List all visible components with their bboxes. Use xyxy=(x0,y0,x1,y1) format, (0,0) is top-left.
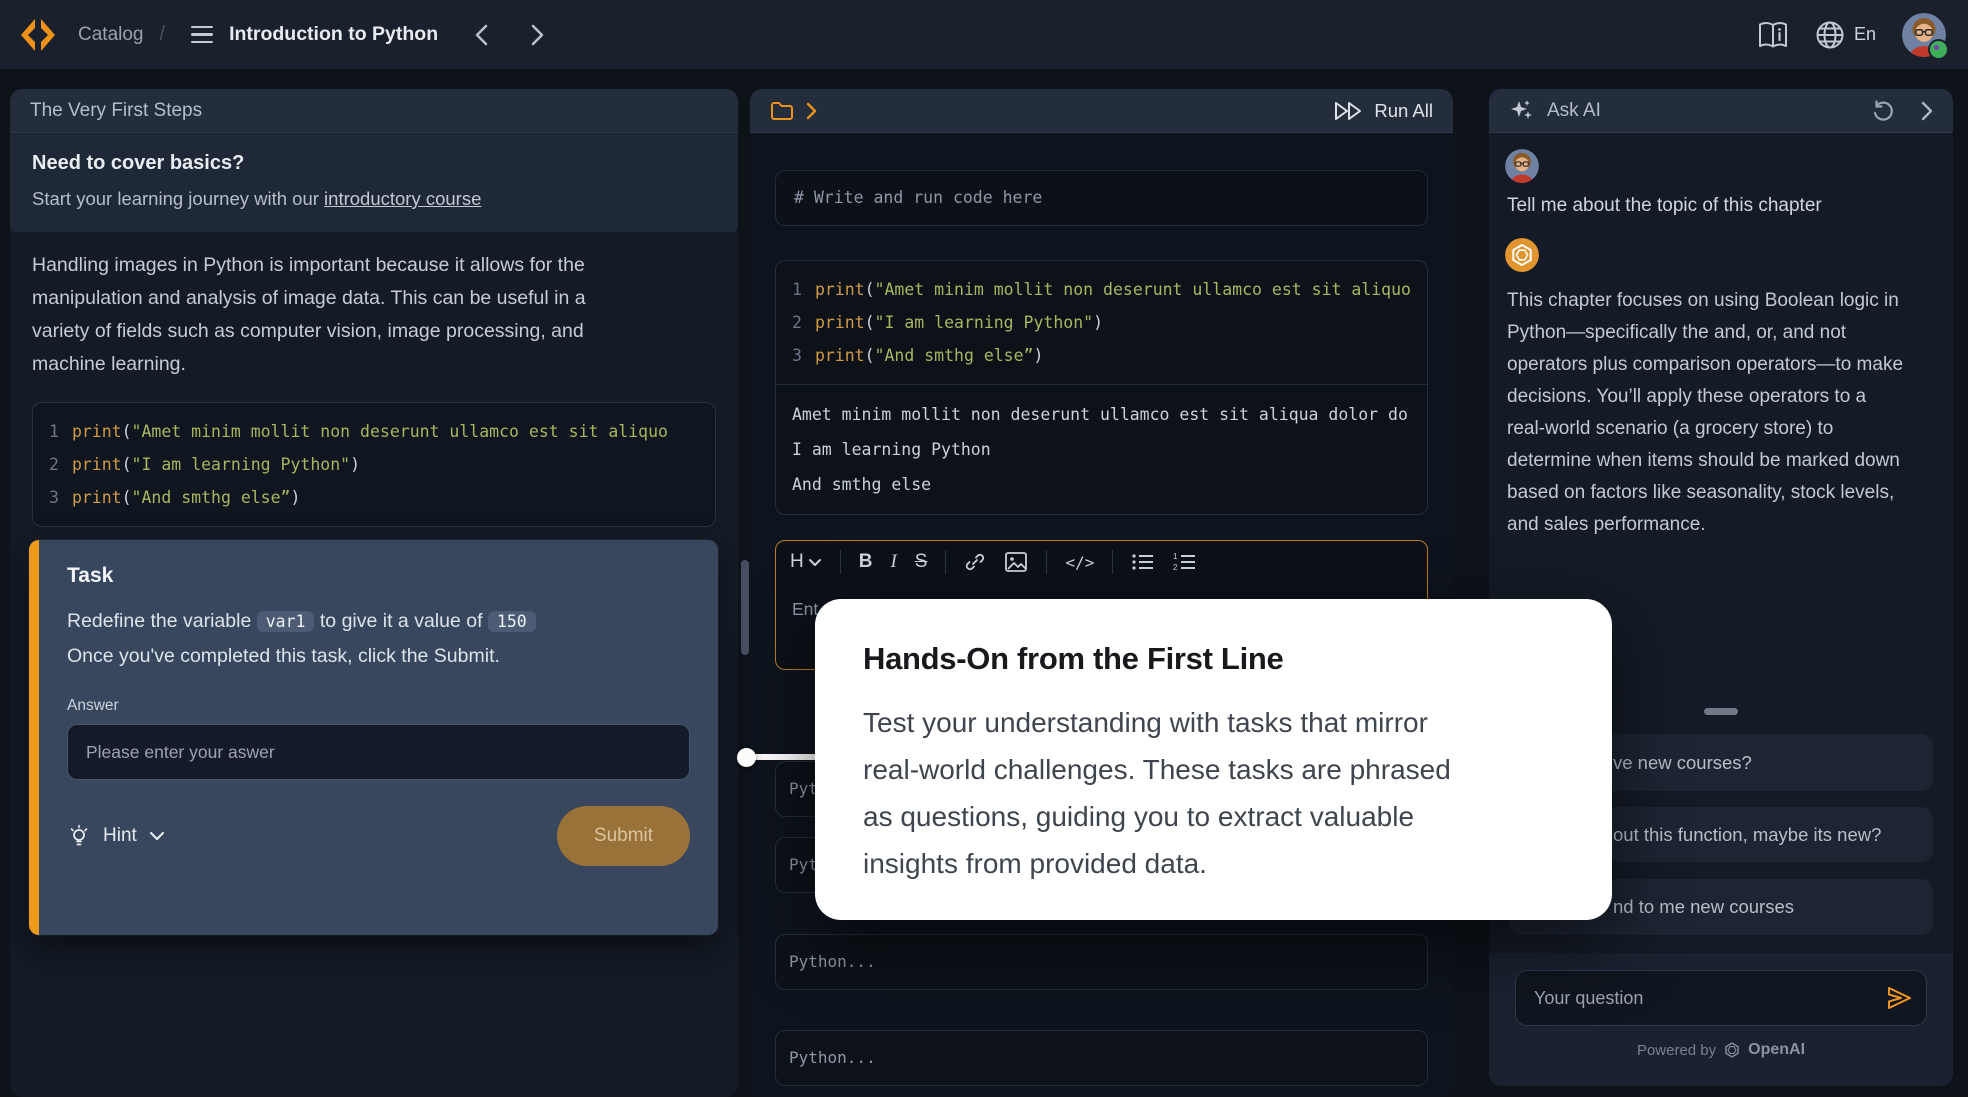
tooltip-title: Hands-On from the First Line xyxy=(863,641,1564,677)
send-icon[interactable] xyxy=(1885,985,1913,1011)
introductory-course-link[interactable]: introductory course xyxy=(324,188,481,209)
language-switcher[interactable]: En xyxy=(1815,20,1876,50)
avatar-status-badge xyxy=(1928,39,1949,60)
inline-code-150: 150 xyxy=(488,611,536,632)
openai-logo-icon xyxy=(1723,1041,1741,1059)
breadcrumb-separator: / xyxy=(160,23,166,46)
top-navbar: Catalog / Introduction to Python xyxy=(0,0,1968,69)
python-cell[interactable]: Python... xyxy=(775,934,1428,990)
hint-label: Hint xyxy=(103,825,137,847)
globe-icon xyxy=(1815,20,1845,50)
user-message-avatar xyxy=(1505,149,1539,183)
powered-by: Powered by OpenAI xyxy=(1489,1041,1953,1059)
task-card: Task Redefine the variable var1 to give … xyxy=(29,540,718,935)
lesson-paragraph: Handling images in Python is important b… xyxy=(32,249,622,381)
refresh-icon[interactable] xyxy=(1871,99,1895,123)
run-all-label: Run All xyxy=(1374,100,1433,122)
tooltip-body: Test your understanding with tasks that … xyxy=(863,699,1463,887)
lesson-panel: The Very First Steps Need to cover basic… xyxy=(10,89,738,1097)
onboarding-tooltip: Hands-On from the First Line Test your u… xyxy=(815,599,1612,920)
output-line: I am learning Python xyxy=(792,432,1411,467)
next-chapter-button[interactable] xyxy=(524,22,550,48)
image-icon[interactable] xyxy=(1004,551,1028,573)
code-line: 2print("I am learning Python") xyxy=(49,448,699,481)
ask-ai-title: Ask AI xyxy=(1547,100,1601,122)
folder-icon[interactable] xyxy=(770,101,794,121)
lesson-scrollbar-thumb[interactable] xyxy=(741,560,749,655)
svg-text:2: 2 xyxy=(1173,563,1178,572)
answer-input[interactable] xyxy=(67,724,690,780)
italic-button[interactable]: I xyxy=(890,551,896,573)
bullet-list-icon[interactable] xyxy=(1131,552,1155,572)
page-title: Introduction to Python xyxy=(229,23,438,46)
chevron-down-icon xyxy=(808,558,822,567)
code-output: Amet minim mollit non deserunt ullamco e… xyxy=(776,385,1427,514)
chevron-left-icon xyxy=(475,24,488,46)
code-line: 3print("And smthg else”) xyxy=(49,481,699,514)
lesson-title: The Very First Steps xyxy=(30,100,202,122)
user-message: Tell me about the topic of this chapter xyxy=(1507,195,1822,217)
tooltip-connector-dot xyxy=(737,748,756,767)
glossary-book-icon[interactable] xyxy=(1757,20,1789,50)
chevron-down-icon xyxy=(149,831,165,841)
answer-label: Answer xyxy=(67,697,690,715)
inline-code-var1: var1 xyxy=(257,611,315,632)
runnable-code[interactable]: 1print("Amet minim mollit non deserunt u… xyxy=(776,261,1427,385)
bold-button[interactable]: B xyxy=(859,551,873,573)
tooltip-connector-line xyxy=(746,754,820,760)
collapse-panel-icon[interactable] xyxy=(1921,101,1933,121)
task-title: Task xyxy=(67,564,690,588)
strikethrough-button[interactable]: S xyxy=(915,551,928,573)
submit-button[interactable]: Submit xyxy=(557,806,690,866)
app: Catalog / Introduction to Python xyxy=(0,0,1968,1097)
openai-label: OpenAI xyxy=(1748,1041,1805,1059)
toolbar-divider xyxy=(840,550,841,574)
task-instruction-2: Once you've completed this task, click t… xyxy=(67,639,690,673)
output-line: And smthg else xyxy=(792,467,1411,502)
toolbar-divider xyxy=(1112,550,1113,574)
lesson-code-block: 1print("Amet minim mollit non deserunt u… xyxy=(32,402,716,527)
ask-ai-footer: Powered by OpenAI xyxy=(1489,953,1953,1086)
numbered-list-icon[interactable]: 1 2 xyxy=(1173,552,1197,572)
chevron-right-small-icon[interactable] xyxy=(806,102,817,120)
task-instruction: Redefine the variable var1 to give it a … xyxy=(67,604,690,639)
code-line: 1print("Amet minim mollit non deserunt u… xyxy=(49,415,699,448)
breadcrumb[interactable]: Catalog xyxy=(78,24,144,46)
ai-question-input[interactable] xyxy=(1515,970,1927,1026)
ai-message: This chapter focuses on using Boolean lo… xyxy=(1507,285,1907,541)
output-line: Amet minim mollit non deserunt ullamco e… xyxy=(792,397,1411,432)
toolbar-divider xyxy=(1046,550,1047,574)
brand-logo-icon[interactable] xyxy=(18,15,58,55)
lightbulb-icon xyxy=(67,824,91,848)
run-all-icon xyxy=(1334,101,1364,121)
resize-handle[interactable] xyxy=(1704,708,1738,715)
python-cell[interactable]: Python... xyxy=(775,1030,1428,1086)
lesson-panel-header: The Very First Steps xyxy=(10,89,738,133)
basics-callout: Need to cover basics? Start your learnin… xyxy=(10,133,738,232)
scratch-code-input[interactable]: # Write and run code here xyxy=(775,170,1428,226)
heading-button[interactable]: H xyxy=(790,551,822,573)
basics-title: Need to cover basics? xyxy=(32,152,716,175)
lesson-menu-icon[interactable] xyxy=(191,26,213,44)
toolbar-divider xyxy=(945,550,946,574)
language-label: En xyxy=(1854,24,1876,45)
run-all-button[interactable]: Run All xyxy=(1334,100,1433,122)
ask-ai-panel: Ask AI xyxy=(1489,89,1953,1086)
svg-text:1: 1 xyxy=(1173,552,1178,561)
user-avatar[interactable] xyxy=(1902,13,1946,57)
code-runner-panel: Run All # Write and run code here 1print… xyxy=(750,89,1453,1097)
prev-chapter-button[interactable] xyxy=(468,22,494,48)
ask-ai-header: Ask AI xyxy=(1489,89,1953,133)
editor-toolbar: H B I S </> xyxy=(776,541,1427,583)
runner-header: Run All xyxy=(750,89,1453,133)
code-snippet-button[interactable]: </> xyxy=(1065,553,1094,572)
chevron-right-icon xyxy=(531,24,544,46)
hint-button[interactable]: Hint xyxy=(67,824,165,848)
basics-text: Start your learning journey with our xyxy=(32,188,324,209)
runnable-code-block: 1print("Amet minim mollit non deserunt u… xyxy=(775,260,1428,515)
link-icon[interactable] xyxy=(964,551,986,573)
ai-message-avatar xyxy=(1505,238,1539,272)
sparkle-icon xyxy=(1509,98,1535,124)
